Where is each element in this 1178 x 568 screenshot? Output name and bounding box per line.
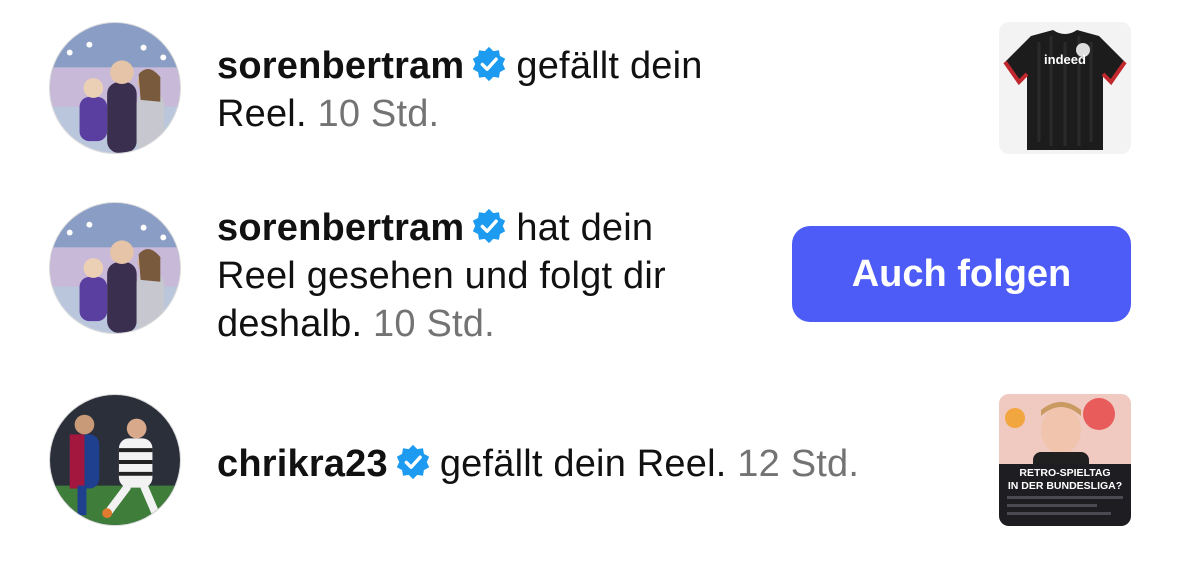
notification-row[interactable]: chrikra23 gefällt dein Reel. 12 Std. RETR… [0,372,1178,552]
timestamp: 12 Std. [737,443,860,485]
action-text: gefällt dein Reel. [439,443,727,485]
thumbnail-text: indeed [1044,52,1086,67]
action-text: hat dein [516,207,654,249]
action-text: deshalb. [217,303,363,345]
timestamp: 10 Std. [373,303,495,345]
notification-text: chrikra23 gefällt dein Reel. 12 Std. [217,440,977,488]
avatar-football-players-icon [50,395,180,525]
avatar-couple-stadium-icon [50,203,180,333]
action-text: gefällt dein [516,45,703,87]
verified-badge-icon [394,443,432,481]
verified-badge-icon [470,45,508,83]
verified-badge-icon [470,207,508,245]
notification-text: sorenbertram gefällt dein Reel. 10 Std. [217,42,787,138]
username[interactable]: sorenbertram [217,207,464,249]
username[interactable]: chrikra23 [217,443,388,485]
timestamp: 10 Std. [317,93,440,135]
username[interactable]: sorenbertram [217,45,464,87]
avatar[interactable] [49,22,181,154]
notification-row[interactable]: sorenbertram gefällt dein Reel. 10 Std. i… [0,0,1178,180]
avatar[interactable] [49,202,181,334]
thumbnail-text: RETRO-SPIELTAG [1019,467,1110,479]
notification-row[interactable]: sorenbertram hat dein Reel gesehen und fo… [0,180,1178,360]
reel-thumbnail[interactable]: RETRO-SPIELTAG IN DER BUNDESLIGA? [999,394,1131,526]
notification-text: sorenbertram hat dein Reel gesehen und fo… [217,204,777,348]
avatar[interactable] [49,394,181,526]
action-text: Reel gesehen und folgt dir [217,255,666,297]
thumbnail-text: IN DER BUNDESLIGA? [1008,480,1122,492]
follow-back-button[interactable]: Auch folgen [792,226,1131,322]
reel-thumbnail[interactable]: indeed [999,22,1131,154]
avatar-couple-stadium-icon [50,23,180,153]
action-text: Reel. [217,93,307,135]
retro-spieltag-thumbnail-icon: RETRO-SPIELTAG IN DER BUNDESLIGA? [999,394,1131,526]
black-jersey-thumbnail-icon: indeed [999,22,1131,154]
